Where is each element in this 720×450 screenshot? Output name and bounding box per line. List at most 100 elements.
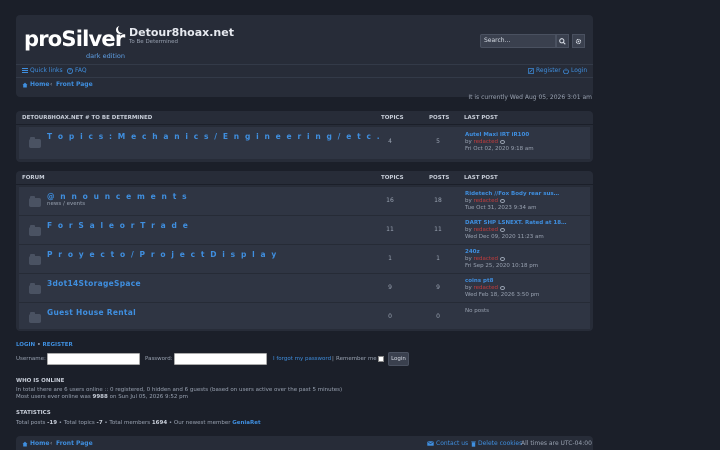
advanced-search-button[interactable] [572, 34, 585, 48]
forum-title[interactable]: Guest House Rental [47, 308, 136, 317]
breadcrumb-home[interactable]: Home [22, 81, 49, 88]
view-latest-icon[interactable] [499, 198, 505, 203]
quick-links-menu[interactable]: Quick links [22, 67, 63, 74]
password-input[interactable] [174, 353, 267, 365]
last-post-title[interactable]: DART SHP LSNEXT. Rated at 18… [465, 220, 567, 226]
forum-row[interactable]: 3dot14StorageSpace 9 9 coins pt8 by reda… [19, 273, 590, 302]
last-post-title[interactable]: 240z [465, 249, 480, 255]
forum-title[interactable]: 3dot14StorageSpace [47, 279, 141, 288]
breadcrumb-separator: ‹ [50, 440, 53, 447]
footer-home-label: Home [30, 440, 50, 447]
password-label: Password: [145, 356, 173, 362]
last-post-title[interactable]: coins pt8 [465, 278, 493, 284]
post-count: 1 [436, 255, 440, 262]
category-header: FORUM TOPICS POSTS LAST POST [16, 171, 593, 185]
register-label: Register [536, 67, 561, 74]
contact-us-link[interactable]: Contact us [427, 440, 468, 447]
stat-members: 1694 [151, 420, 168, 426]
forum-title[interactable]: P r o y e c t o / P r o j e c t D i s p … [47, 250, 278, 259]
last-post-title[interactable]: Ridetech //Fox Body rear sus… [465, 191, 559, 197]
faq-link[interactable]: ? FAQ [67, 67, 87, 74]
gear-icon [575, 38, 582, 44]
quick-links-label: Quick links [30, 67, 63, 74]
post-count: 18 [434, 197, 442, 204]
login-label: Login [571, 67, 588, 74]
column-last-post: LAST POST [464, 115, 498, 121]
username-label: Username: [16, 356, 46, 362]
folder-icon [29, 137, 41, 148]
home-icon [22, 441, 28, 446]
pencil-icon [528, 67, 534, 74]
author-link[interactable]: redacted [474, 198, 498, 204]
breadcrumb-front-page[interactable]: Front Page [56, 81, 93, 88]
category-panel: DETOUR8HOAX.NET # TO BE DETERMINED TOPIC… [16, 111, 593, 162]
view-latest-icon[interactable] [499, 139, 505, 144]
register-heading-link[interactable]: REGISTER [43, 342, 73, 348]
topic-count: 9 [388, 284, 392, 291]
footer-home[interactable]: Home [22, 440, 49, 447]
forum-title[interactable]: F o r S a l e o r T r a d e [47, 221, 189, 230]
folder-icon [29, 196, 41, 207]
faq-label: FAQ [75, 67, 87, 74]
topic-count: 0 [388, 313, 392, 320]
author-link[interactable]: redacted [474, 256, 498, 262]
search-input[interactable]: Search… [480, 34, 556, 48]
last-post-date: Wed Dec 09, 2020 11:23 am [465, 234, 544, 240]
forum-row[interactable]: F o r S a l e o r T r a d e 11 11 DART S… [19, 215, 590, 244]
pipe-separator: | [332, 356, 334, 362]
login-header: LOGIN • REGISTER [16, 342, 73, 348]
post-count: 11 [434, 226, 442, 233]
view-latest-icon[interactable] [499, 227, 505, 232]
forgot-password-link[interactable]: I forgot my password [273, 356, 331, 362]
search-button[interactable] [556, 34, 569, 48]
username-input[interactable] [47, 353, 140, 365]
record-count: 9988 [92, 394, 108, 400]
newest-member-link[interactable]: GeniaRet [232, 420, 260, 426]
footer-front-page[interactable]: Front Page [56, 440, 93, 447]
login-heading-link[interactable]: LOGIN [16, 342, 35, 348]
footer-bar: Home ‹ Front Page Contact us Delete cook… [16, 436, 593, 450]
folder-icon [29, 254, 41, 265]
topic-count: 11 [386, 226, 394, 233]
view-latest-icon[interactable] [499, 285, 505, 290]
register-link[interactable]: Register [528, 67, 561, 74]
author-link[interactable]: redacted [474, 227, 498, 233]
by-label: by [465, 198, 472, 204]
category-panel: FORUM TOPICS POSTS LAST POST @ n n o u n… [16, 171, 593, 331]
post-count: 9 [436, 284, 440, 291]
remember-me-checkbox[interactable] [378, 356, 384, 362]
separator-dot: • [37, 342, 41, 348]
last-post-date: Fri Sep 25, 2020 10:18 pm [465, 263, 539, 269]
category-header: DETOUR8HOAX.NET # TO BE DETERMINED TOPIC… [16, 111, 593, 125]
column-topics: TOPICS [381, 175, 404, 181]
forum-row[interactable]: Guest House Rental 0 0 No posts [19, 302, 590, 329]
last-post-author: by redacted [465, 198, 505, 204]
site-logo[interactable]: proSilver dark edition [24, 23, 128, 63]
category-title[interactable]: FORUM [22, 175, 45, 181]
last-post-title[interactable]: Autel Maxi IRT iR100 [465, 132, 529, 138]
view-latest-icon[interactable] [499, 256, 505, 261]
home-icon [22, 82, 28, 87]
forum-row[interactable]: @ n n o u n c e m e n t s news / events … [19, 186, 590, 215]
forum-description: news / events [47, 201, 86, 207]
navbar-top: Quick links ? FAQ Register Login [16, 64, 593, 77]
column-topics: TOPICS [381, 115, 404, 121]
forum-row[interactable]: T o p i c s : M e c h a n i c s / E n g … [19, 126, 590, 159]
delete-cookies-link[interactable]: Delete cookies [471, 440, 522, 447]
author-link[interactable]: redacted [474, 285, 498, 291]
login-button[interactable]: Login [388, 352, 409, 366]
author-link[interactable]: redacted [474, 139, 498, 145]
forum-title[interactable]: @ n n o u n c e m e n t s [47, 192, 188, 201]
last-post-author: by redacted [465, 227, 505, 233]
stat-posts: -19 [47, 420, 58, 426]
site-header: proSilver dark edition Detour8hoax.net T… [16, 15, 593, 97]
folder-icon [29, 225, 41, 236]
forum-row[interactable]: P r o y e c t o / P r o j e c t D i s p … [19, 244, 590, 273]
by-label: by [465, 227, 472, 233]
contact-us-label: Contact us [436, 440, 469, 447]
login-link[interactable]: Login [563, 67, 587, 74]
site-title[interactable]: Detour8hoax.net [129, 26, 234, 39]
category-title[interactable]: DETOUR8HOAX.NET # TO BE DETERMINED [22, 115, 152, 121]
forum-title[interactable]: T o p i c s : M e c h a n i c s / E n g … [47, 132, 381, 141]
folder-icon [29, 283, 41, 294]
